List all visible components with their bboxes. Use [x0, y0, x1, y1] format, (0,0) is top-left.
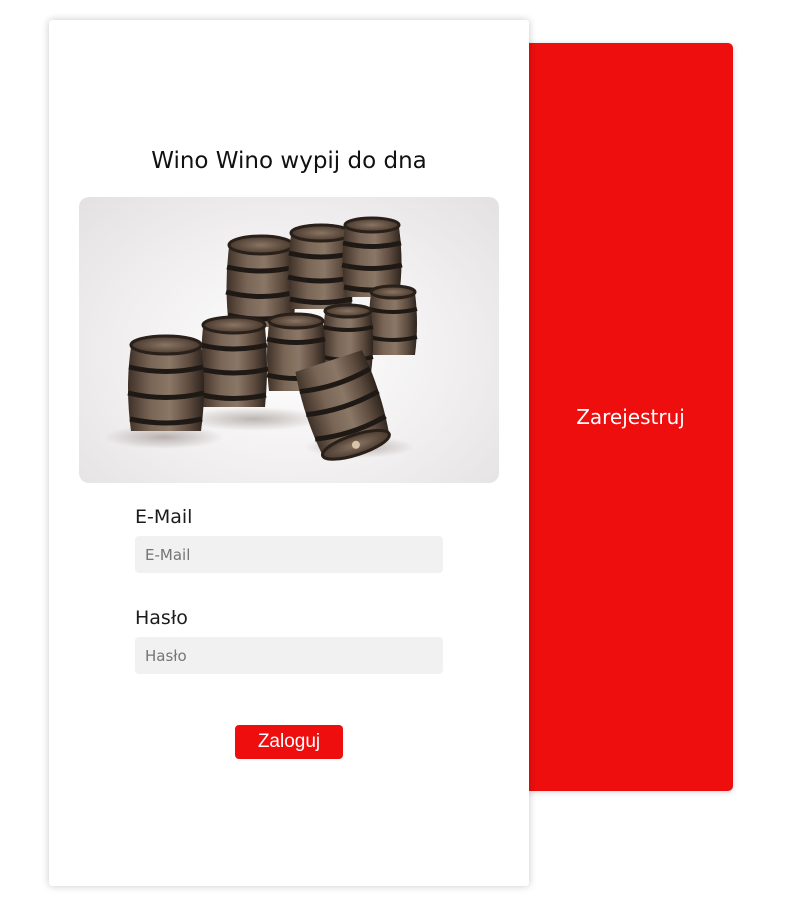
auth-page: Zarejestruj Wino Wino wypij do dna E-Mai… — [0, 0, 788, 923]
login-button[interactable]: Zaloguj — [235, 725, 343, 759]
email-field[interactable] — [135, 536, 443, 573]
password-field[interactable] — [135, 637, 443, 674]
page-title: Wino Wino wypij do dna — [151, 148, 427, 174]
barrel-mid-right — [368, 284, 418, 355]
register-panel-button[interactable]: Zarejestruj — [518, 43, 733, 791]
barrel-mid-1 — [199, 315, 269, 407]
login-card: Wino Wino wypij do dna E-Mail E-Mail Has… — [49, 20, 529, 886]
password-label: Hasło — [135, 607, 188, 629]
wine-barrels-image — [79, 197, 499, 483]
register-label: Zarejestruj — [576, 405, 685, 429]
email-label: E-Mail — [135, 506, 193, 528]
barrel-front-left — [127, 334, 205, 431]
